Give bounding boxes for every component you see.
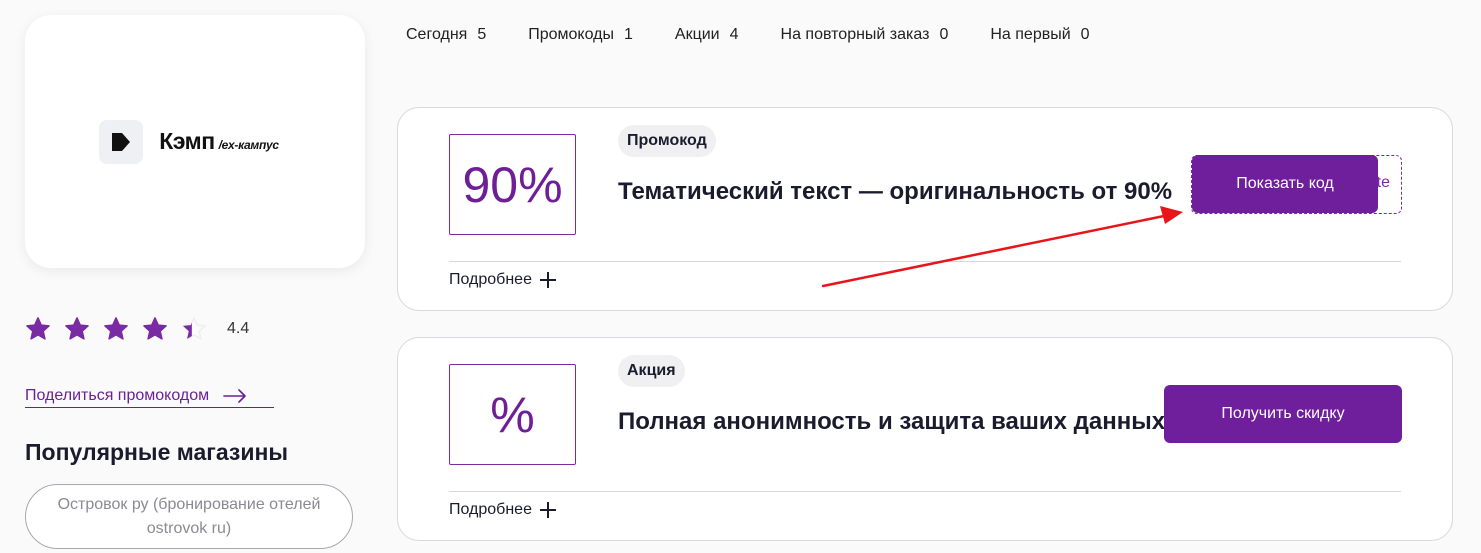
discount-badge: 90%	[449, 134, 576, 235]
store-logo: Кэмп /ex-кампус	[99, 119, 279, 164]
tab-count: 4	[729, 26, 739, 43]
star-icon	[65, 317, 89, 340]
tab-first-order[interactable]: На первый 0	[990, 26, 1089, 44]
details-toggle[interactable]: Подробнее	[449, 501, 556, 519]
tab-label: На первый	[990, 26, 1071, 43]
tab-label: Акции	[674, 26, 720, 43]
tab-count: 0	[1080, 26, 1090, 43]
store-logo-card: Кэмп /ex-кампус	[25, 15, 365, 268]
show-code-button[interactable]: Показать код	[1192, 155, 1378, 213]
star-icon	[143, 317, 167, 340]
offer-title: Тематический текст — оригинальность от 9…	[618, 178, 1173, 205]
card-divider	[449, 491, 1401, 492]
star-icon	[26, 317, 50, 340]
star-icon	[104, 317, 128, 340]
tab-promocodes[interactable]: Промокоды 1	[528, 26, 633, 44]
tab-repeat-order[interactable]: На повторный заказ 0	[781, 26, 949, 44]
star-partial-icon	[182, 317, 206, 340]
share-promocode-label: Поделиться промокодом	[25, 387, 210, 404]
tab-label: Промокоды	[528, 26, 614, 43]
popular-stores-title: Популярные магазины	[25, 439, 289, 465]
plus-icon	[539, 272, 556, 288]
discount-badge: %	[449, 364, 576, 465]
offer-type-tag: Акция	[618, 355, 685, 387]
plus-icon	[539, 502, 556, 518]
tab-count: 5	[477, 26, 487, 43]
store-rating: 4.4	[25, 316, 249, 342]
tab-label: На повторный заказ	[780, 26, 930, 43]
promocode-reveal[interactable]: te Показать код	[1191, 155, 1402, 214]
details-label: Подробнее	[449, 501, 532, 518]
rating-value: 4.4	[227, 320, 250, 337]
offer-tabs: Сегодня 5 Промокоды 1 Акции 4 На повторн…	[406, 26, 1132, 44]
share-promocode-link[interactable]: Поделиться промокодом	[25, 387, 274, 408]
brand-name: Кэмп	[159, 128, 215, 154]
card-divider	[449, 261, 1401, 262]
offer-type-tag: Промокод	[618, 125, 716, 157]
promocode-peek: te	[1376, 174, 1390, 191]
details-label: Подробнее	[449, 271, 532, 288]
offer-card-promocode: 90% Промокод Тематический текст — оригин…	[397, 107, 1453, 311]
tab-today[interactable]: Сегодня 5	[406, 26, 486, 44]
store-pill-ostrovok[interactable]: Островок ру (бронирование отелей ostrovo…	[25, 484, 353, 549]
get-discount-button[interactable]: Получить скидку	[1164, 385, 1402, 443]
tab-label: Сегодня	[406, 26, 468, 43]
brand-subtitle: /ex-кампус	[218, 138, 279, 152]
kemp-logo-icon	[99, 119, 144, 164]
offer-card-promotion: % Акция Полная анонимность и защита ваши…	[397, 337, 1453, 541]
tab-count: 1	[624, 26, 633, 43]
arrow-right-icon	[223, 389, 246, 403]
details-toggle[interactable]: Подробнее	[449, 271, 556, 289]
offer-title: Полная анонимность и защита ваших данных	[618, 408, 1166, 435]
tab-count: 0	[939, 26, 949, 43]
tab-promotions[interactable]: Акции 4	[675, 26, 739, 44]
